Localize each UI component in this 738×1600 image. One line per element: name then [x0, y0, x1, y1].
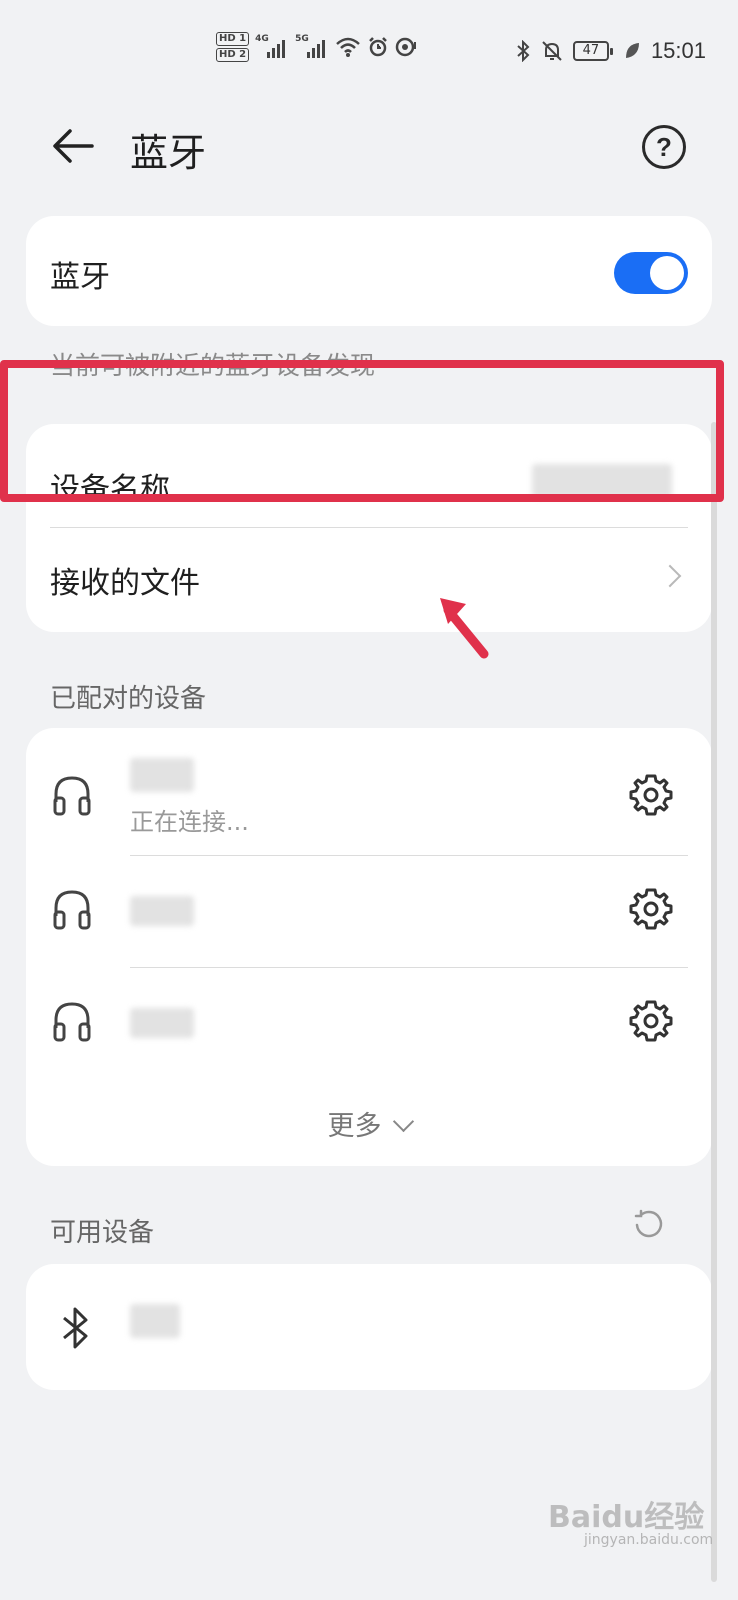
headphones-icon: [53, 1002, 91, 1042]
headphones-icon: [53, 776, 91, 816]
leaf-icon: [625, 43, 639, 58]
hd-tag-1: HD 1: [216, 32, 250, 46]
paired-device-row[interactable]: [26, 852, 712, 966]
status-time: 15:01: [650, 38, 706, 63]
signal-4g-icon: 4G: [255, 34, 289, 60]
device-status: 正在连接...: [130, 808, 249, 836]
bluetooth-label: 蓝牙: [50, 260, 110, 295]
watermark: Baidu经验: [548, 1500, 705, 1535]
back-arrow-icon[interactable]: [48, 124, 98, 168]
bluetooth-toggle[interactable]: [614, 252, 688, 294]
status-right-icons: 47 15:01: [515, 38, 706, 64]
signal-5g-icon: 5G: [295, 34, 329, 60]
wifi-icon: [336, 37, 360, 57]
bluetooth-status-icon: [517, 40, 530, 62]
chevron-down-icon: [392, 1110, 414, 1133]
device-name-blurred: [130, 758, 194, 792]
paired-devices-card: 正在连接... 更多: [26, 728, 712, 1166]
gear-icon[interactable]: [628, 772, 674, 818]
available-devices-card: [26, 1264, 712, 1390]
status-bar: HD 1 HD 2 4G 5G 47 15:01: [0, 28, 738, 78]
more-button[interactable]: 更多: [26, 1104, 712, 1143]
device-name-blurred: [130, 896, 194, 926]
hd-icon: HD 1 HD 2: [216, 32, 250, 62]
help-icon[interactable]: ?: [642, 125, 686, 169]
battery-icon: 47: [572, 41, 613, 61]
row-divider: [50, 527, 688, 528]
paired-device-row[interactable]: [26, 964, 712, 1078]
device-name-blurred: [130, 1304, 180, 1338]
highlight-annotation-box: [0, 360, 724, 502]
more-label: 更多: [327, 1111, 382, 1142]
received-files-label[interactable]: 接收的文件: [50, 558, 200, 602]
paired-devices-title: 已配对的设备: [50, 684, 207, 714]
bluetooth-icon: [63, 1307, 88, 1349]
toggle-knob: [650, 256, 684, 290]
bluetooth-settings-page: HD 1 HD 2 4G 5G 47 15:01 蓝牙 ? 蓝牙 当前可被附近的…: [0, 0, 738, 1600]
watermark-sub: jingyan.baidu.com: [584, 1532, 714, 1548]
available-device-row[interactable]: [26, 1264, 712, 1390]
scrollbar[interactable]: [711, 422, 717, 1582]
gear-icon[interactable]: [628, 998, 674, 1044]
red-arrow-annotation: [440, 598, 489, 659]
refresh-icon[interactable]: [632, 1208, 666, 1242]
hd-tag-2: HD 2: [216, 48, 250, 62]
device-name-blurred: [130, 1008, 194, 1038]
headphones-icon: [53, 890, 91, 930]
gear-icon[interactable]: [628, 886, 674, 932]
bluetooth-toggle-card: 蓝牙: [26, 216, 712, 326]
chevron-right-icon: [658, 564, 682, 588]
location-icon: [395, 37, 417, 57]
status-left-icons: HD 1 HD 2 4G 5G: [216, 32, 419, 62]
paired-device-row[interactable]: 正在连接...: [26, 738, 712, 852]
app-header: 蓝牙 ?: [0, 110, 738, 180]
mute-icon: [542, 41, 562, 61]
alarm-icon: [369, 37, 387, 57]
available-devices-title: 可用设备: [50, 1218, 155, 1248]
page-title: 蓝牙: [130, 131, 207, 175]
